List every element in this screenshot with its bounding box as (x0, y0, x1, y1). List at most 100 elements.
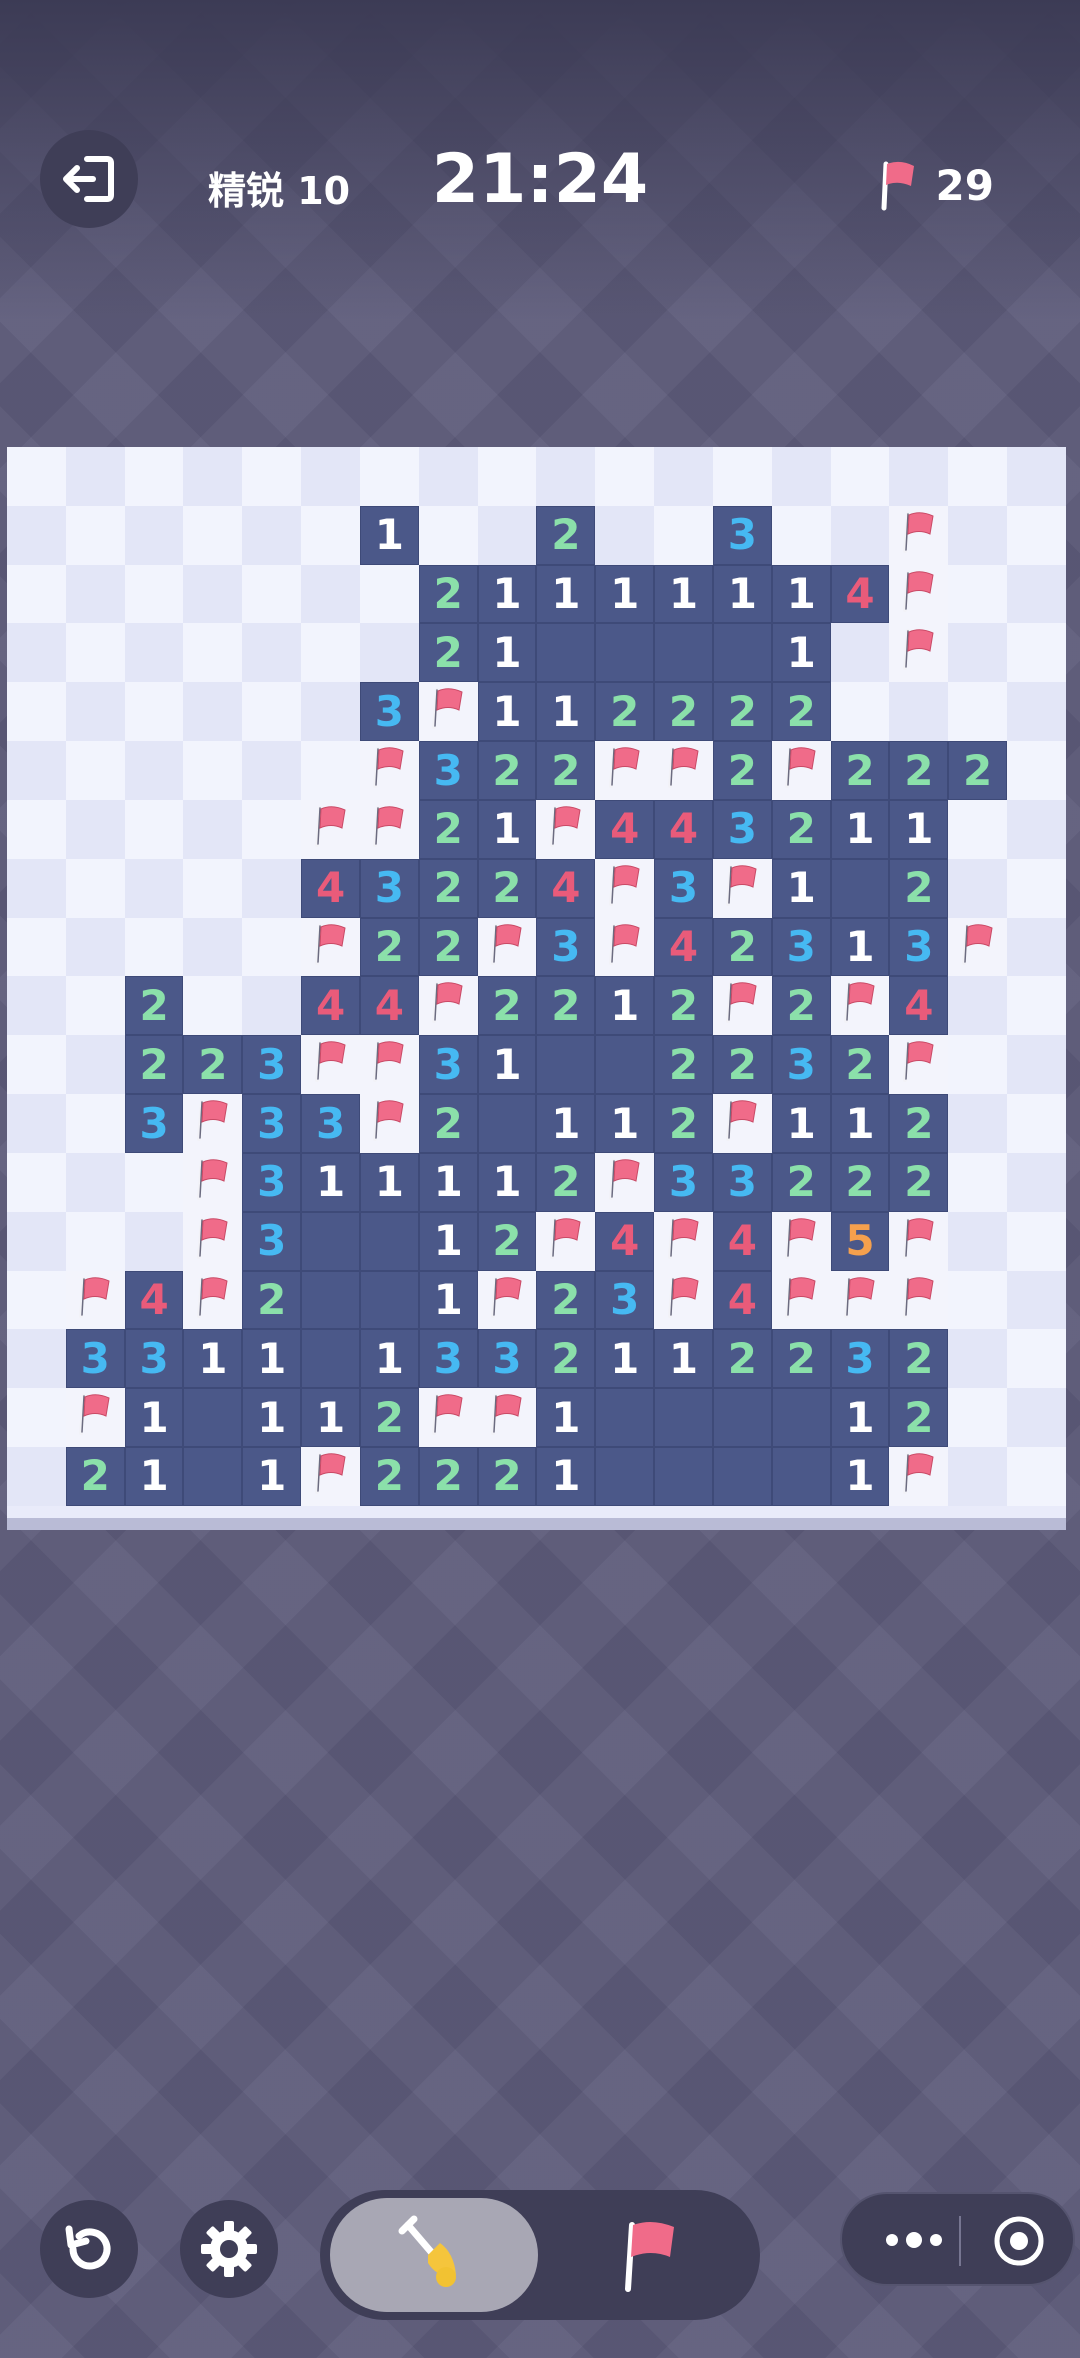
flagged-cell[interactable] (712, 858, 772, 918)
revealed-empty-cell[interactable] (536, 1035, 596, 1095)
hidden-cell[interactable] (1007, 1094, 1066, 1153)
number-cell[interactable]: 2 (477, 858, 537, 918)
revealed-empty-cell[interactable] (654, 623, 713, 683)
hidden-cell[interactable] (1007, 799, 1066, 859)
number-cell[interactable]: 3 (712, 1152, 772, 1212)
hidden-cell[interactable] (65, 682, 125, 742)
hidden-cell[interactable] (7, 623, 66, 683)
number-cell[interactable]: 1 (830, 1447, 890, 1506)
flagged-cell[interactable] (359, 799, 419, 859)
hidden-cell[interactable] (7, 682, 66, 742)
hidden-cell[interactable] (124, 1211, 184, 1271)
hidden-cell[interactable] (359, 623, 419, 683)
hidden-cell[interactable] (65, 1152, 125, 1212)
hidden-cell[interactable] (183, 858, 243, 918)
hidden-cell[interactable] (242, 976, 302, 1036)
hidden-cell[interactable] (7, 447, 66, 506)
hidden-cell[interactable] (948, 564, 1008, 624)
undo-button[interactable] (40, 2200, 138, 2298)
revealed-empty-cell[interactable] (301, 1270, 360, 1330)
hidden-cell[interactable] (65, 976, 125, 1036)
number-cell[interactable]: 2 (536, 1152, 596, 1212)
hidden-cell[interactable] (183, 917, 243, 977)
number-cell[interactable]: 3 (712, 505, 772, 565)
revealed-empty-cell[interactable] (595, 1388, 655, 1448)
hidden-cell[interactable] (889, 447, 949, 506)
hidden-cell[interactable] (65, 623, 125, 683)
hidden-cell[interactable] (124, 564, 184, 624)
flagged-cell[interactable] (359, 741, 419, 800)
number-cell[interactable]: 2 (536, 741, 596, 800)
number-cell[interactable]: 3 (536, 917, 596, 977)
hidden-cell[interactable] (124, 858, 184, 918)
number-cell[interactable]: 2 (418, 1447, 478, 1506)
number-cell[interactable]: 4 (301, 858, 360, 918)
number-cell[interactable]: 2 (889, 1388, 949, 1448)
number-cell[interactable]: 1 (771, 623, 831, 683)
number-cell[interactable]: 3 (418, 1035, 478, 1095)
number-cell[interactable]: 2 (65, 1447, 125, 1506)
number-cell[interactable]: 2 (477, 741, 537, 800)
hidden-cell[interactable] (1007, 1447, 1066, 1506)
hidden-cell[interactable] (595, 505, 655, 565)
hidden-cell[interactable] (595, 447, 655, 506)
flagged-cell[interactable] (183, 1211, 243, 1271)
flagged-cell[interactable] (301, 1447, 360, 1506)
number-cell[interactable]: 2 (359, 1447, 419, 1506)
number-cell[interactable]: 1 (242, 1388, 302, 1448)
hidden-cell[interactable] (477, 505, 537, 565)
flagged-cell[interactable] (654, 1270, 713, 1330)
flagged-cell[interactable] (65, 1270, 125, 1330)
number-cell[interactable]: 4 (654, 799, 713, 859)
number-cell[interactable]: 1 (830, 1094, 890, 1153)
hidden-cell[interactable] (242, 682, 302, 742)
hidden-cell[interactable] (301, 505, 360, 565)
flagged-cell[interactable] (183, 1270, 243, 1330)
flagged-cell[interactable] (771, 1211, 831, 1271)
hidden-cell[interactable] (65, 1035, 125, 1095)
number-cell[interactable]: 3 (654, 858, 713, 918)
number-cell[interactable]: 3 (301, 1094, 360, 1153)
hidden-cell[interactable] (124, 447, 184, 506)
number-cell[interactable]: 1 (477, 564, 537, 624)
hidden-cell[interactable] (771, 447, 831, 506)
hidden-cell[interactable] (1007, 917, 1066, 977)
hidden-cell[interactable] (1007, 505, 1066, 565)
number-cell[interactable]: 3 (595, 1270, 655, 1330)
target-icon[interactable] (992, 2214, 1046, 2268)
number-cell[interactable]: 2 (712, 917, 772, 977)
hidden-cell[interactable] (948, 1270, 1008, 1330)
hidden-cell[interactable] (7, 1035, 66, 1095)
number-cell[interactable]: 2 (418, 564, 478, 624)
more-icon[interactable] (874, 2220, 954, 2260)
hidden-cell[interactable] (7, 976, 66, 1036)
number-cell[interactable]: 3 (242, 1035, 302, 1095)
number-cell[interactable]: 1 (359, 1152, 419, 1212)
number-cell[interactable]: 2 (654, 976, 713, 1036)
hidden-cell[interactable] (183, 447, 243, 506)
number-cell[interactable]: 1 (536, 682, 596, 742)
hidden-cell[interactable] (948, 623, 1008, 683)
hidden-cell[interactable] (183, 741, 243, 800)
number-cell[interactable]: 2 (889, 1094, 949, 1153)
hidden-cell[interactable] (1007, 858, 1066, 918)
revealed-empty-cell[interactable] (595, 623, 655, 683)
hidden-cell[interactable] (948, 1152, 1008, 1212)
hidden-cell[interactable] (830, 447, 890, 506)
hidden-cell[interactable] (948, 1329, 1008, 1389)
number-cell[interactable]: 2 (124, 976, 184, 1036)
hidden-cell[interactable] (7, 799, 66, 859)
number-cell[interactable]: 1 (654, 564, 713, 624)
hidden-cell[interactable] (242, 917, 302, 977)
hidden-cell[interactable] (1007, 623, 1066, 683)
number-cell[interactable]: 1 (536, 1388, 596, 1448)
number-cell[interactable]: 2 (654, 1035, 713, 1095)
flagged-cell[interactable] (889, 1270, 949, 1330)
number-cell[interactable]: 2 (889, 858, 949, 918)
hidden-cell[interactable] (301, 564, 360, 624)
number-cell[interactable]: 1 (830, 1388, 890, 1448)
number-cell[interactable]: 2 (830, 1035, 890, 1095)
flagged-cell[interactable] (477, 1270, 537, 1330)
hidden-cell[interactable] (1007, 1270, 1066, 1330)
number-cell[interactable]: 3 (830, 1329, 890, 1389)
